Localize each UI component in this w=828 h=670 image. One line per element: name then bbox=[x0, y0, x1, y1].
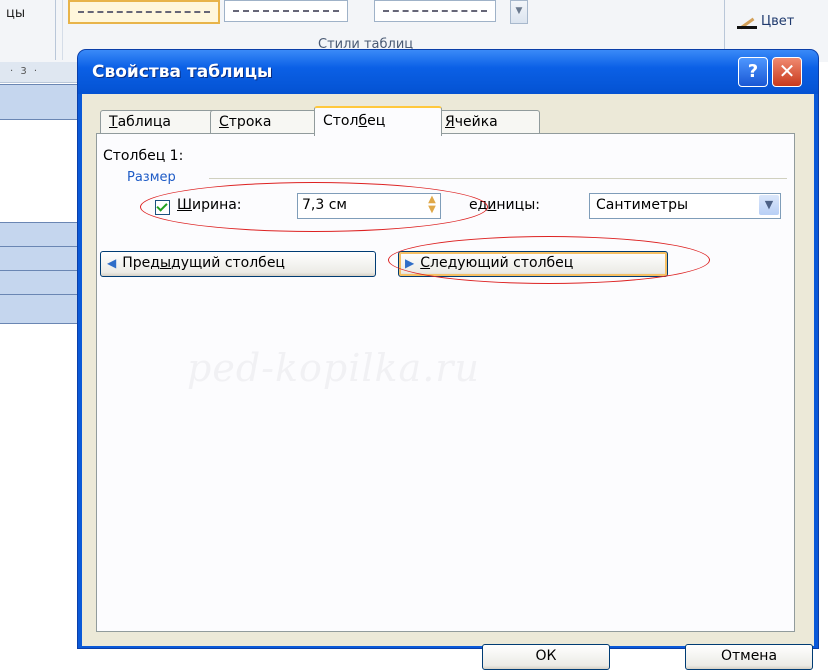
size-group-divider bbox=[209, 178, 787, 179]
ok-button[interactable]: ОК bbox=[482, 644, 610, 670]
width-value: 7,3 см bbox=[302, 197, 347, 213]
help-button[interactable]: ? bbox=[738, 57, 768, 87]
table-properties-dialog: Свойства таблицы ? ✕ Таблица Строка Стол… bbox=[78, 50, 818, 670]
ribbon-group-partial-label: цы bbox=[6, 6, 26, 21]
cancel-button[interactable]: Отмена bbox=[685, 644, 813, 670]
width-field[interactable]: 7,3 см ▲ ▼ bbox=[297, 193, 441, 219]
units-value: Сантиметры bbox=[596, 197, 689, 213]
dialog-body: Таблица Строка Столбец Ячейка Столбец 1:… bbox=[82, 94, 814, 670]
document-table-row bbox=[0, 84, 82, 120]
tab-table[interactable]: Таблица bbox=[100, 110, 216, 133]
close-button[interactable]: ✕ bbox=[772, 57, 802, 87]
pen-color-tool[interactable]: Цвет bbox=[737, 14, 794, 29]
table-style-swatch-selected[interactable] bbox=[68, 0, 220, 24]
styles-scroll-down-icon[interactable]: ▼ bbox=[510, 0, 528, 24]
ruler: · 3 · bbox=[0, 62, 80, 83]
dialog-titlebar[interactable]: Свойства таблицы ? ✕ bbox=[78, 50, 818, 94]
document-table-row bbox=[0, 246, 82, 272]
ribbon-divider bbox=[62, 0, 63, 60]
document-table-row bbox=[0, 270, 82, 296]
document-table-row bbox=[0, 294, 82, 324]
dialog-title: Свойства таблицы bbox=[92, 62, 273, 82]
arrow-right-icon: ▶ bbox=[405, 256, 415, 270]
table-style-swatch[interactable] bbox=[224, 0, 348, 22]
units-label: единицы: bbox=[469, 197, 540, 213]
column-title: Столбец 1: bbox=[103, 148, 184, 164]
ruler-marker: · 3 · bbox=[10, 66, 40, 77]
pen-color-label: Цвет bbox=[761, 14, 795, 29]
tab-column[interactable]: Столбец bbox=[314, 106, 442, 136]
tab-row[interactable]: Строка bbox=[210, 110, 320, 133]
size-group-label: Размер bbox=[127, 170, 176, 185]
units-select[interactable]: Сантиметры ▼ bbox=[589, 193, 781, 219]
previous-column-button[interactable]: ◀ Предыдущий столбец bbox=[100, 251, 376, 277]
width-checkbox[interactable] bbox=[155, 200, 170, 215]
ribbon-divider bbox=[55, 0, 56, 60]
tab-cell[interactable]: Ячейка bbox=[436, 110, 540, 133]
arrow-left-icon: ◀ bbox=[107, 256, 117, 270]
width-spinner-icon[interactable]: ▲ ▼ bbox=[425, 195, 439, 215]
next-column-button[interactable]: ▶ Следующий столбец bbox=[398, 251, 668, 277]
table-style-swatch[interactable] bbox=[374, 0, 496, 22]
chevron-down-icon[interactable]: ▼ bbox=[759, 195, 779, 215]
document-table-row bbox=[0, 222, 82, 248]
pencil-icon bbox=[737, 15, 757, 29]
column-tab-panel: Столбец 1: Размер Ширина: 7,3 см ▲ ▼ един… bbox=[96, 133, 813, 670]
width-label: Ширина: bbox=[177, 197, 242, 213]
watermark: ped-kopilka.ru bbox=[187, 346, 480, 390]
